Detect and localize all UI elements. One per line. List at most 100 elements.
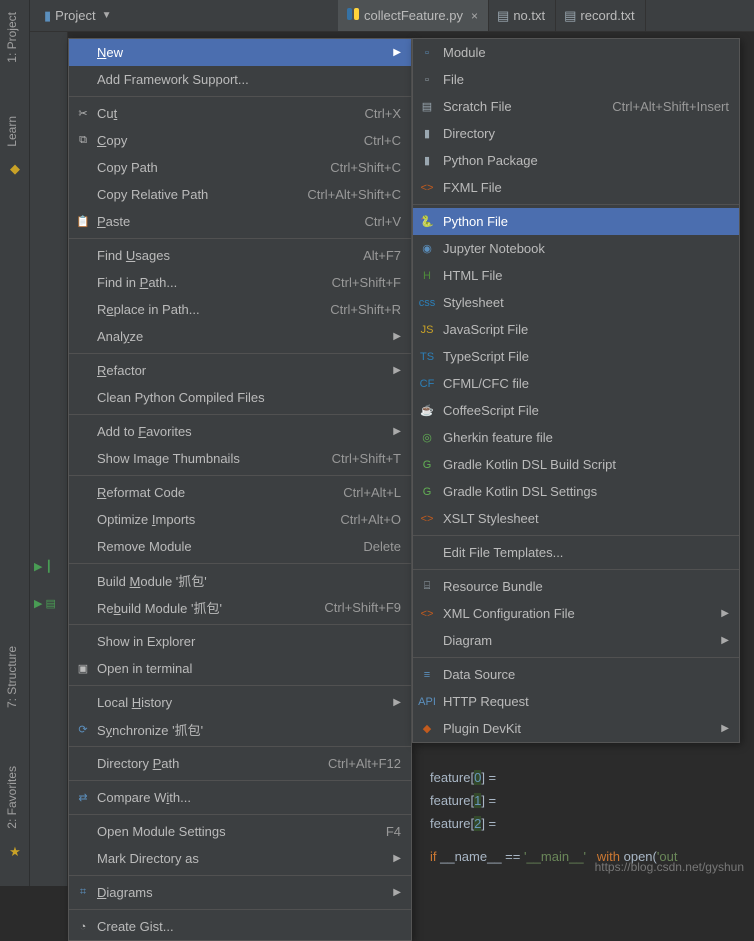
new-item-http-request[interactable]: API HTTP Request xyxy=(413,688,739,715)
new-item-gherkin-feature-file[interactable]: ◎Gherkin feature file xyxy=(413,424,739,451)
menu-shortcut: Ctrl+Shift+F9 xyxy=(324,600,401,615)
chevron-right-icon: ▶ xyxy=(393,426,401,437)
ctx-item-local-history[interactable]: Local History▶ xyxy=(69,689,411,716)
ctx-item-paste[interactable]: 📋PasteCtrl+V xyxy=(69,208,411,235)
chevron-right-icon: ▶ xyxy=(721,608,729,619)
menu-item-label: Build Module '抓包' xyxy=(97,571,207,590)
ctx-item-build-module[interactable]: Build Module '抓包' xyxy=(69,567,411,594)
chevron-right-icon: ▶ xyxy=(393,47,401,58)
new-item-scratch-file[interactable]: ▤Scratch FileCtrl+Alt+Shift+Insert xyxy=(413,93,739,120)
ctx-item-compare-with[interactable]: ⇄Compare With... xyxy=(69,784,411,811)
cut-icon: ✂ xyxy=(75,106,91,122)
ctx-item-add-to-favorites[interactable]: Add to Favorites▶ xyxy=(69,418,411,445)
ctx-item-find-in-path[interactable]: Find in Path...Ctrl+Shift+F xyxy=(69,269,411,296)
rail-tab-structure[interactable]: 7: Structure xyxy=(5,640,19,714)
new-item-cfml-cfc-file[interactable]: CFCFML/CFC file xyxy=(413,370,739,397)
rail-tab-project[interactable]: 1: Project xyxy=(5,6,19,69)
menu-item-label: Local History xyxy=(97,695,172,710)
ctx-item-copy-path[interactable]: Copy PathCtrl+Shift+C xyxy=(69,154,411,181)
menu-item-label: HTTP Request xyxy=(443,694,529,709)
menu-item-label: Stylesheet xyxy=(443,295,504,310)
new-item-xslt-stylesheet[interactable]: <>XSLT Stylesheet xyxy=(413,505,739,532)
chevron-down-icon: ▼ xyxy=(102,10,112,21)
new-item-xml-configuration-file[interactable]: <>XML Configuration File▶ xyxy=(413,600,739,627)
project-view-selector[interactable]: ▮ Project ▼ xyxy=(36,5,120,27)
rail-tab-learn[interactable]: Learn xyxy=(5,110,19,153)
ctx-item-cut[interactable]: ✂CutCtrl+X xyxy=(69,100,411,127)
new-item-data-source[interactable]: ≡Data Source xyxy=(413,661,739,688)
new-item-directory[interactable]: ▮Directory xyxy=(413,120,739,147)
new-item-plugin-devkit[interactable]: ◆Plugin DevKit▶ xyxy=(413,715,739,742)
copy-icon: ⧉ xyxy=(75,133,91,149)
new-item-fxml-file[interactable]: <>FXML File xyxy=(413,174,739,201)
new-item-python-package[interactable]: ▮Python Package xyxy=(413,147,739,174)
new-item-gradle-kotlin-dsl-build-script[interactable]: GGradle Kotlin DSL Build Script xyxy=(413,451,739,478)
project-icon: ▮ xyxy=(44,8,51,24)
ctx-item-open-in-terminal[interactable]: ▣Open in terminal xyxy=(69,655,411,682)
rail-tab-favorites[interactable]: 2: Favorites xyxy=(5,760,19,835)
new-item-coffeescript-file[interactable]: ☕CoffeeScript File xyxy=(413,397,739,424)
menu-item-label: New xyxy=(97,45,123,60)
ctx-item-show-image-thumbnails[interactable]: Show Image ThumbnailsCtrl+Shift+T xyxy=(69,445,411,472)
ctx-item-clean-python-compiled-files[interactable]: Clean Python Compiled Files xyxy=(69,384,411,411)
ctx-item-show-in-explorer[interactable]: Show in Explorer xyxy=(69,628,411,655)
menu-item-label: Mark Directory as xyxy=(97,851,199,866)
run-icon[interactable]: ▶ ▤ xyxy=(34,597,56,610)
ctx-item-add-framework-support[interactable]: Add Framework Support... xyxy=(69,66,411,93)
api-icon: API xyxy=(419,694,435,710)
new-item-html-file[interactable]: HHTML File xyxy=(413,262,739,289)
run-icon[interactable]: ▶ ┃ xyxy=(34,560,56,573)
ctx-item-directory-path[interactable]: Directory PathCtrl+Alt+F12 xyxy=(69,750,411,777)
ctx-item-optimize-imports[interactable]: Optimize ImportsCtrl+Alt+O xyxy=(69,506,411,533)
ctx-item-find-usages[interactable]: Find UsagesAlt+F7 xyxy=(69,242,411,269)
new-item-file[interactable]: ▫File xyxy=(413,66,739,93)
menu-item-label: Cut xyxy=(97,106,117,121)
tab-record-txt[interactable]: ▤ record.txt xyxy=(556,0,645,31)
new-item-jupyter-notebook[interactable]: ◉Jupyter Notebook xyxy=(413,235,739,262)
gherkin-icon: ◎ xyxy=(419,430,435,446)
tab-no-txt[interactable]: ▤ no.txt xyxy=(489,0,556,31)
new-item-module[interactable]: ▫Module xyxy=(413,39,739,66)
menu-item-label: Copy Relative Path xyxy=(97,187,208,202)
new-item-stylesheet[interactable]: cssStylesheet xyxy=(413,289,739,316)
new-item-typescript-file[interactable]: TSTypeScript File xyxy=(413,343,739,370)
menu-item-label: Resource Bundle xyxy=(443,579,543,594)
new-item-javascript-file[interactable]: JSJavaScript File xyxy=(413,316,739,343)
menu-item-label: Create Gist... xyxy=(97,919,174,934)
ctx-item-open-module-settings[interactable]: Open Module SettingsF4 xyxy=(69,818,411,845)
tab-collectfeature[interactable]: collectFeature.py × xyxy=(338,0,489,31)
ctx-item-copy[interactable]: ⧉CopyCtrl+C xyxy=(69,127,411,154)
close-icon[interactable]: × xyxy=(471,9,478,23)
new-item-python-file[interactable]: 🐍Python File xyxy=(413,208,739,235)
tab-label: record.txt xyxy=(580,8,634,23)
new-item-diagram[interactable]: Diagram▶ xyxy=(413,627,739,654)
ctx-item-reformat-code[interactable]: Reformat CodeCtrl+Alt+L xyxy=(69,479,411,506)
chevron-right-icon: ▶ xyxy=(393,331,401,342)
menu-shortcut: Ctrl+Shift+T xyxy=(332,451,401,466)
new-item-gradle-kotlin-dsl-settings[interactable]: GGradle Kotlin DSL Settings xyxy=(413,478,739,505)
menu-item-label: Find Usages xyxy=(97,248,170,263)
menu-item-label: Edit File Templates... xyxy=(443,545,563,560)
ts-icon: TS xyxy=(419,349,435,365)
ctx-item-replace-in-path[interactable]: Replace in Path...Ctrl+Shift+R xyxy=(69,296,411,323)
ctx-item-analyze[interactable]: Analyze▶ xyxy=(69,323,411,350)
menu-item-label: FXML File xyxy=(443,180,502,195)
menu-separator xyxy=(69,909,411,910)
ctx-item-rebuild-module[interactable]: Rebuild Module '抓包'Ctrl+Shift+F9 xyxy=(69,594,411,621)
ctx-item-diagrams[interactable]: ⌗Diagrams▶ xyxy=(69,879,411,906)
menu-item-label: Replace in Path... xyxy=(97,302,200,317)
ctx-item-refactor[interactable]: Refactor▶ xyxy=(69,357,411,384)
menu-shortcut: F4 xyxy=(386,824,401,839)
menu-item-label: Gradle Kotlin DSL Settings xyxy=(443,484,597,499)
new-item-resource-bundle[interactable]: ⌸Resource Bundle xyxy=(413,573,739,600)
ctx-item-new[interactable]: New ▶ xyxy=(69,39,411,66)
menu-item-label: XSLT Stylesheet xyxy=(443,511,539,526)
ctx-item-remove-module[interactable]: Remove ModuleDelete xyxy=(69,533,411,560)
menu-shortcut: Delete xyxy=(363,539,401,554)
ctx-item-mark-directory-as[interactable]: Mark Directory as▶ xyxy=(69,845,411,872)
ctx-item-copy-relative-path[interactable]: Copy Relative PathCtrl+Alt+Shift+C xyxy=(69,181,411,208)
new-item-edit-file-templates[interactable]: Edit File Templates... xyxy=(413,539,739,566)
ctx-item-create-gist[interactable]: ◔Create Gist... xyxy=(69,913,411,940)
menu-separator xyxy=(69,685,411,686)
ctx-item-synchronize[interactable]: ⟳Synchronize '抓包' xyxy=(69,716,411,743)
